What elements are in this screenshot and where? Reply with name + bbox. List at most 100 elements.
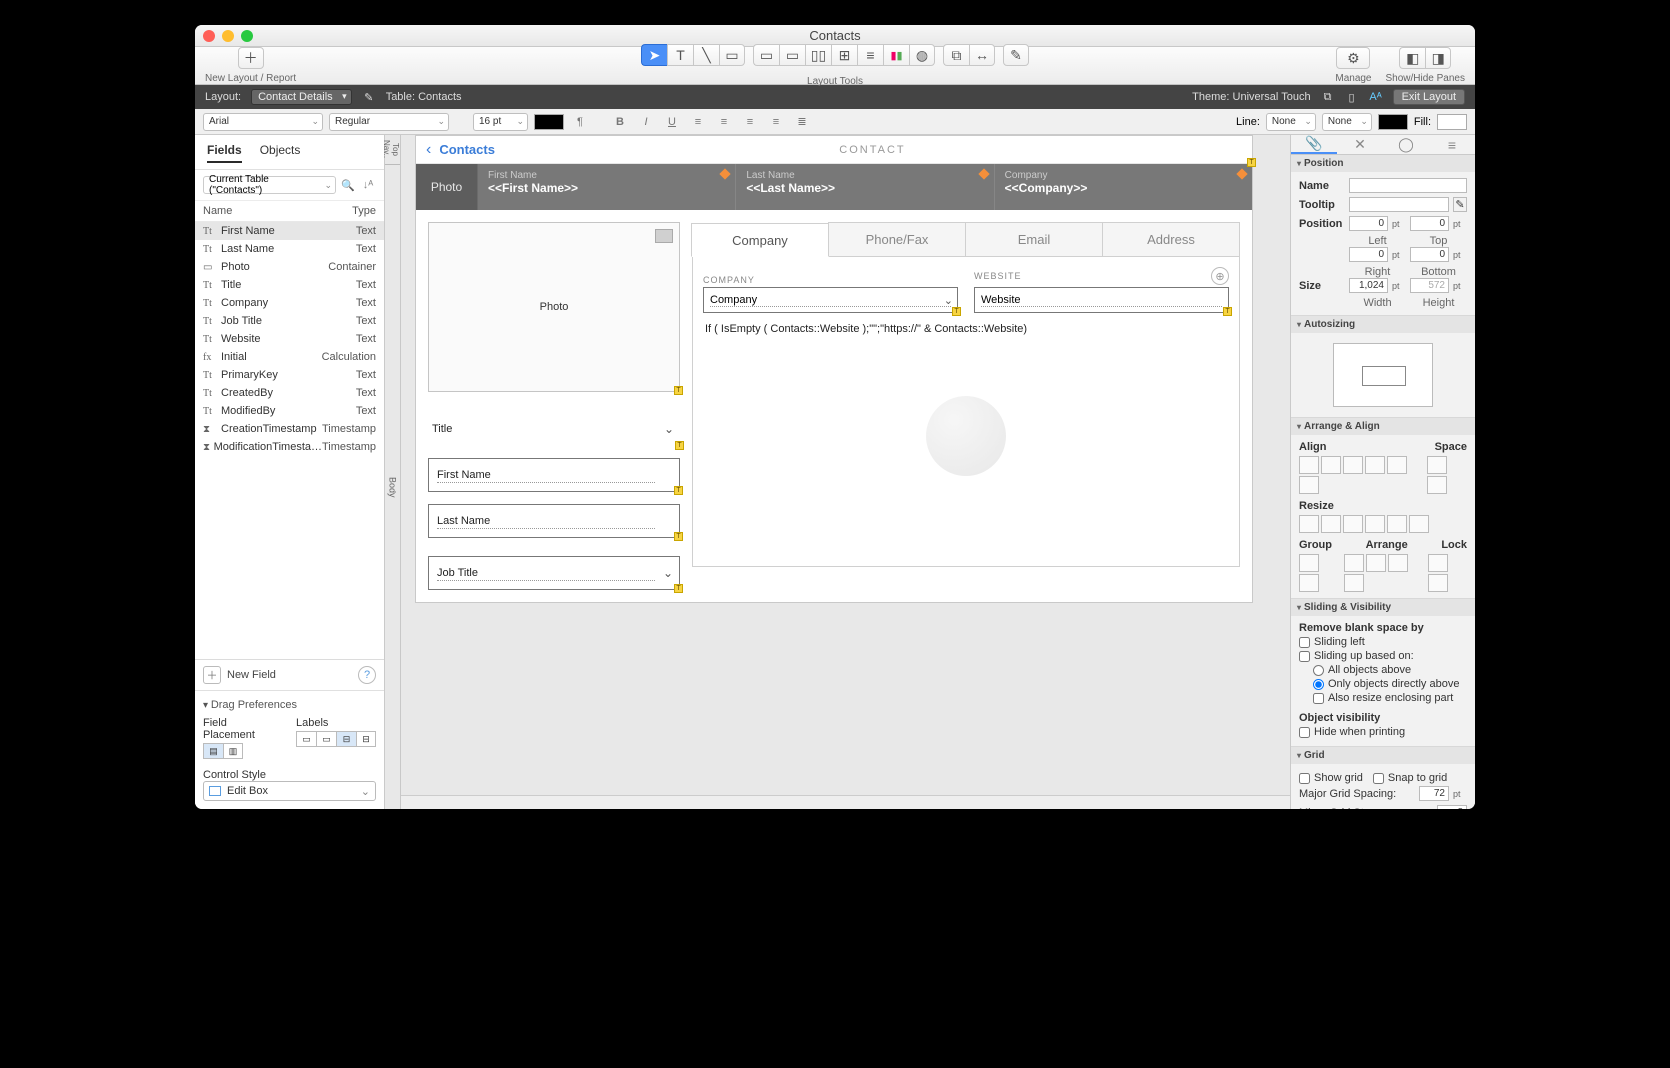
section-arrange[interactable]: Arrange & Align bbox=[1291, 418, 1475, 435]
format-painter-tool[interactable]: ✎ bbox=[1003, 44, 1029, 66]
line-spacing-icon[interactable]: ≣ bbox=[792, 113, 812, 131]
resize-buttons[interactable] bbox=[1299, 515, 1467, 533]
radio-only-above[interactable]: Only objects directly above bbox=[1313, 678, 1467, 690]
object-name-input[interactable] bbox=[1349, 178, 1467, 193]
chart-tool[interactable]: ▮▮ bbox=[883, 44, 909, 66]
align-justify-icon[interactable]: ≡ bbox=[766, 113, 786, 131]
part-topnav-label[interactable]: Top Nav.. bbox=[385, 135, 400, 165]
field-row[interactable]: TtCompanyText bbox=[195, 294, 384, 312]
chk-snap-grid[interactable]: Snap to grid bbox=[1373, 772, 1447, 784]
photo-container-field[interactable]: Photo T bbox=[428, 222, 680, 392]
field-row[interactable]: TtCreatedByText bbox=[195, 384, 384, 402]
section-grid[interactable]: Grid bbox=[1291, 747, 1475, 764]
align-buttons[interactable] bbox=[1299, 456, 1421, 494]
field-row[interactable]: ⧗CreationTimestampTimestamp bbox=[195, 420, 384, 438]
header-company[interactable]: Company<<Company>> bbox=[995, 164, 1252, 210]
title-field[interactable]: Title⌄ T bbox=[428, 412, 680, 446]
major-grid-input[interactable]: 72 bbox=[1419, 786, 1449, 801]
new-layout-button[interactable]: ＋ bbox=[238, 47, 264, 69]
inspector-tab-appearance[interactable]: ◯ bbox=[1383, 135, 1429, 154]
align-paragraph-icon[interactable]: ¶ bbox=[570, 113, 590, 131]
website-field[interactable]: WebsiteT bbox=[974, 287, 1229, 313]
table-filter-select[interactable]: Current Table ("Contacts") bbox=[203, 176, 336, 194]
line-style-select[interactable]: None bbox=[1266, 113, 1316, 131]
size-height-input[interactable]: 572 bbox=[1410, 278, 1449, 293]
field-tool[interactable]: ▭ bbox=[753, 44, 779, 66]
pos-right-input[interactable]: 0 bbox=[1349, 247, 1388, 262]
field-row[interactable]: fxInitialCalculation bbox=[195, 348, 384, 366]
part-body-label[interactable]: Body bbox=[385, 165, 400, 809]
space-buttons[interactable] bbox=[1427, 456, 1467, 494]
line-color-swatch[interactable] bbox=[1378, 114, 1408, 130]
field-row[interactable]: TtFirst NameText bbox=[195, 222, 384, 240]
chk-show-grid[interactable]: Show grid bbox=[1299, 772, 1363, 784]
help-icon[interactable]: ? bbox=[358, 666, 376, 684]
buttonbar-tool[interactable]: ▯▯ bbox=[805, 44, 831, 66]
pencil-icon[interactable]: ✎ bbox=[1453, 197, 1467, 212]
toggle-left-pane[interactable]: ◧ bbox=[1399, 47, 1425, 69]
inspector-tab-position[interactable]: 📎 bbox=[1291, 135, 1337, 154]
webviewer-tool[interactable]: ◍ bbox=[909, 44, 935, 66]
line-tool[interactable]: ╲ bbox=[693, 44, 719, 66]
inspector-tab-styles[interactable]: ✕ bbox=[1337, 135, 1383, 154]
layout-canvas[interactable]: ‹ Contacts CONTACT T Photo First Name<<F… bbox=[415, 135, 1253, 603]
minor-grid-input[interactable]: 8 bbox=[1437, 805, 1467, 809]
group-buttons[interactable] bbox=[1299, 554, 1338, 592]
align-right-icon[interactable]: ≡ bbox=[740, 113, 760, 131]
align-center-icon[interactable]: ≡ bbox=[714, 113, 734, 131]
align-left-icon[interactable]: ≡ bbox=[688, 113, 708, 131]
field-row[interactable]: ▭PhotoContainer bbox=[195, 258, 384, 276]
tab-address[interactable]: Address bbox=[1102, 222, 1240, 256]
line-weight-select[interactable]: None bbox=[1322, 113, 1372, 131]
breadcrumb[interactable]: Contacts bbox=[439, 142, 495, 157]
autosizing-widget[interactable] bbox=[1333, 343, 1433, 407]
font-size-select[interactable]: 16 pt bbox=[473, 113, 528, 131]
tab-tool[interactable]: ⊞ bbox=[831, 44, 857, 66]
rect-tool[interactable]: ▭ bbox=[719, 44, 745, 66]
new-field-button[interactable]: ＋ New Field bbox=[203, 666, 350, 684]
search-icon[interactable]: 🔍 bbox=[340, 177, 356, 193]
field-row[interactable]: TtLast NameText bbox=[195, 240, 384, 258]
font-select[interactable]: Arial bbox=[203, 113, 323, 131]
exit-layout-button[interactable]: Exit Layout bbox=[1393, 89, 1465, 105]
underline-icon[interactable]: U bbox=[662, 113, 682, 131]
section-sliding[interactable]: Sliding & Visibility bbox=[1291, 599, 1475, 616]
inspector-tab-data[interactable]: ≡ bbox=[1429, 135, 1475, 154]
header-lastname[interactable]: Last Name<<Last Name>> bbox=[736, 164, 994, 210]
field-row[interactable]: ⧗ModificationTimesta…Timestamp bbox=[195, 438, 384, 456]
field-row[interactable]: TtPrimaryKeyText bbox=[195, 366, 384, 384]
tab-phonefax[interactable]: Phone/Fax bbox=[828, 222, 966, 256]
tab-company[interactable]: Company bbox=[691, 223, 829, 257]
bold-icon[interactable]: B bbox=[610, 113, 630, 131]
job-title-field[interactable]: Job Title⌄T bbox=[428, 556, 680, 590]
aa-icon[interactable]: Aᴬ bbox=[1369, 90, 1383, 104]
arrange-buttons[interactable] bbox=[1344, 554, 1423, 592]
pos-bottom-input[interactable]: 0 bbox=[1410, 247, 1449, 262]
chk-sliding-left[interactable]: Sliding left bbox=[1299, 636, 1467, 648]
screen-icon[interactable]: ⧉ bbox=[1321, 90, 1335, 104]
last-name-field[interactable]: Last NameT bbox=[428, 504, 680, 538]
portal-tool[interactable]: ≡ bbox=[857, 44, 883, 66]
pos-left-input[interactable]: 0 bbox=[1349, 216, 1388, 231]
tab-email[interactable]: Email bbox=[965, 222, 1103, 256]
first-name-field[interactable]: First NameT bbox=[428, 458, 680, 492]
field-row[interactable]: TtModifiedByText bbox=[195, 402, 384, 420]
section-position[interactable]: Position bbox=[1291, 155, 1475, 172]
pos-top-input[interactable]: 0 bbox=[1410, 216, 1449, 231]
device-icon[interactable]: ▯ bbox=[1345, 90, 1359, 104]
field-row[interactable]: TtJob TitleText bbox=[195, 312, 384, 330]
pointer-tool[interactable]: ➤ bbox=[641, 44, 667, 66]
text-tool[interactable]: T bbox=[667, 44, 693, 66]
radio-all-above[interactable]: All objects above bbox=[1313, 664, 1467, 676]
tooltip-input[interactable] bbox=[1349, 197, 1449, 212]
sort-icon[interactable]: ↓ᴬ bbox=[360, 177, 376, 193]
lock-buttons[interactable] bbox=[1428, 554, 1467, 592]
section-autosizing[interactable]: Autosizing bbox=[1291, 316, 1475, 333]
chk-hide-printing[interactable]: Hide when printing bbox=[1299, 726, 1467, 738]
back-icon[interactable]: ‹ bbox=[426, 141, 431, 159]
font-style-select[interactable]: Regular bbox=[329, 113, 449, 131]
pencil-icon[interactable]: ✎ bbox=[362, 90, 376, 104]
field-picker-tool[interactable]: ⧉ bbox=[943, 44, 969, 66]
chk-sliding-up[interactable]: Sliding up based on: bbox=[1299, 650, 1467, 662]
field-placement-segment[interactable]: ▤▥ bbox=[203, 743, 268, 759]
